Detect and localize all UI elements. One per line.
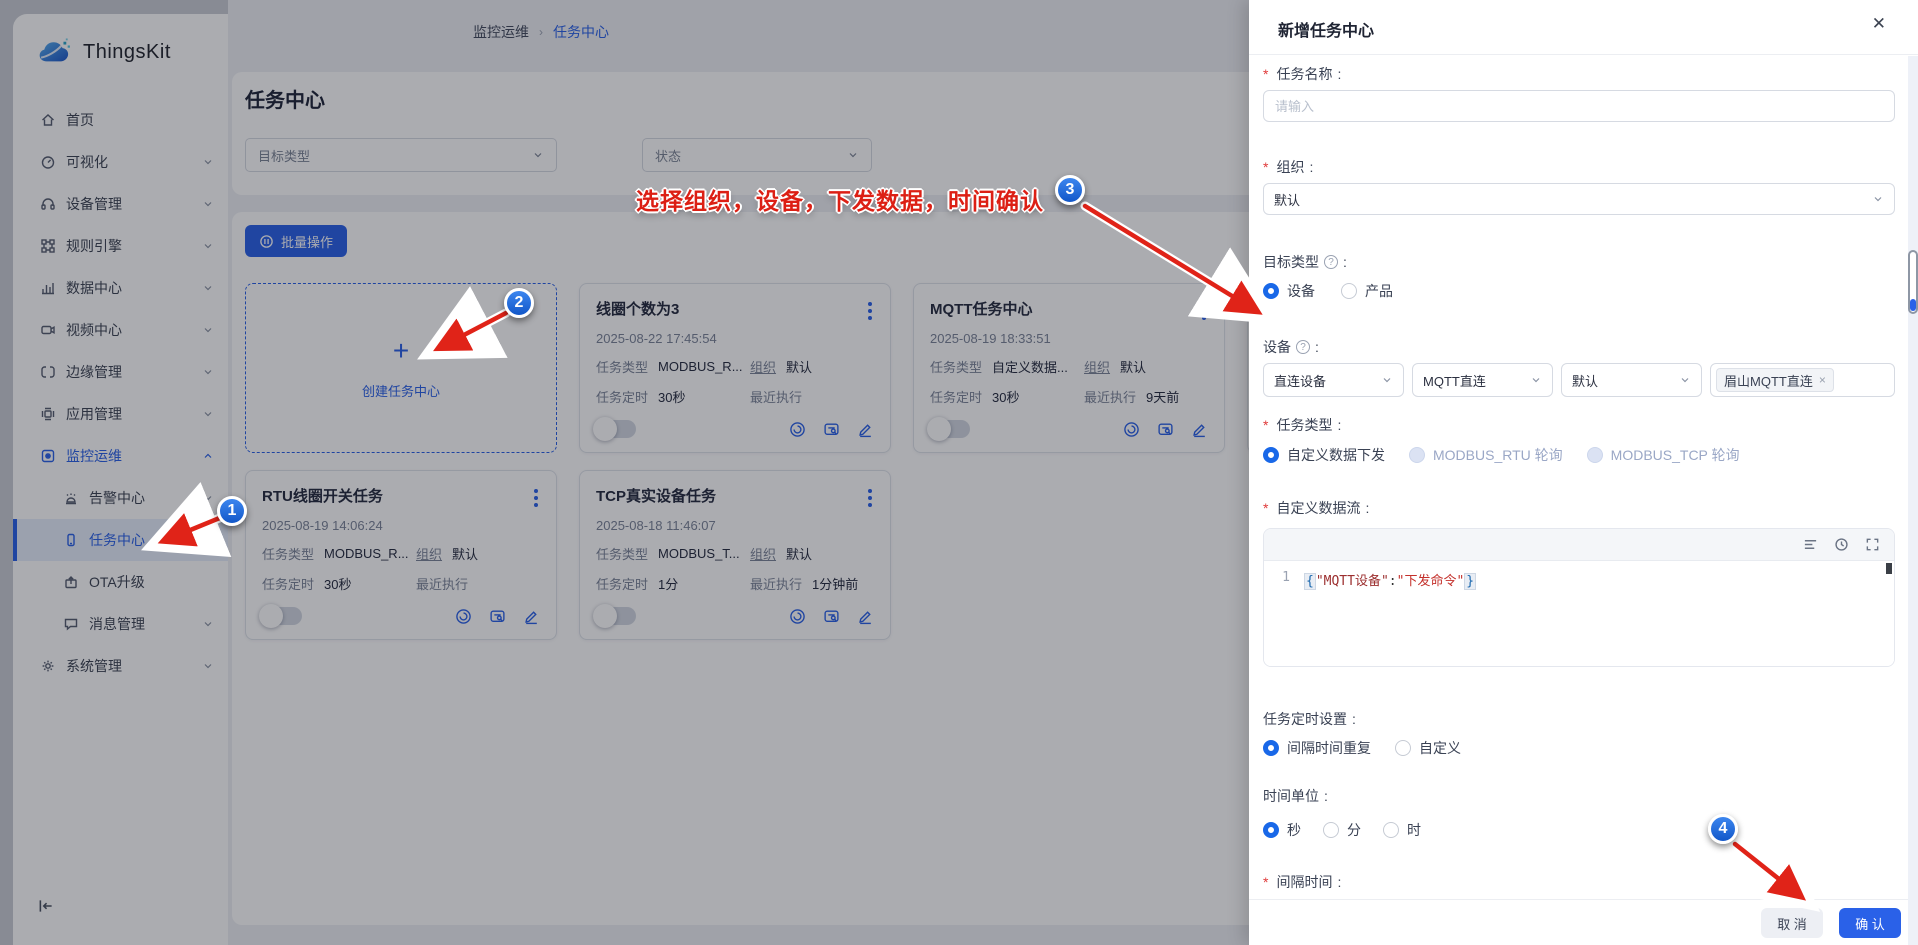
org-select-label: 组织: [1263,157,1313,177]
line-number: 1 [1264,570,1304,589]
chevron-down-icon [1679,374,1691,386]
cancel-button[interactable]: 取 消 [1761,908,1823,938]
tag-close-icon[interactable]: × [1819,373,1826,387]
org-select-value: 默认 [1274,190,1300,209]
radio-selected-icon [1263,447,1279,463]
radio-second[interactable]: 秒 [1263,820,1301,840]
device-product-select[interactable]: MQTT直连 [1412,363,1553,397]
code-content: {"MQTT设备":"下发命令"} [1304,570,1476,589]
selected-device-tag: 眉山MQTT直连 × [1716,368,1834,392]
drawer-title: 新增任务中心 [1278,17,1374,41]
radio-minute[interactable]: 分 [1323,820,1361,840]
device-org-select[interactable]: 默认 [1561,363,1702,397]
device-org-value: 默认 [1572,371,1598,390]
step-2-badge: 2 [504,288,534,318]
radio-selected-icon [1263,283,1279,299]
editor-body[interactable]: 1 {"MQTT设备":"下发命令"} [1264,561,1894,667]
chevron-down-icon [1872,193,1884,205]
radio-device[interactable]: 设备 [1263,281,1315,301]
schedule-radio-group: 间隔时间重复 自定义 [1263,738,1461,758]
task-name-input[interactable] [1263,90,1895,122]
close-icon[interactable]: ✕ [1872,14,1886,34]
editor-toolbar [1264,529,1894,561]
radio-icon [1395,740,1411,756]
schedule-label: 任务定时设置: [1263,709,1356,729]
radio-selected-icon [1263,822,1279,838]
device-product-value: MQTT直连 [1423,371,1486,390]
format-code-icon[interactable] [1803,537,1818,552]
add-task-drawer: 新增任务中心 ✕ 任务名称: 组织: 默认 目标类型?: 设备 产品 设备?: … [1249,0,1918,945]
step-3-badge: 3 [1055,175,1085,205]
task-type-radio-group: 自定义数据下发 MODBUS_RTU 轮询 MODBUS_TCP 轮询 [1263,445,1740,465]
radio-hour[interactable]: 时 [1383,820,1421,840]
confirm-button[interactable]: 确 认 [1839,908,1901,938]
time-unit-radio-group: 秒 分 时 [1263,820,1421,840]
device-kind-value: 直连设备 [1274,371,1326,390]
question-circle-icon: ? [1324,255,1338,269]
radio-modbus-rtu[interactable]: MODBUS_RTU 轮询 [1409,445,1563,465]
drawer-footer: 取 消 确 认 [1249,899,1918,945]
radio-custom-schedule[interactable]: 自定义 [1395,738,1461,758]
page: ThingsKit 首页 可视化 设备管理 [0,0,1918,945]
radio-product[interactable]: 产品 [1341,281,1393,301]
editor-scrollbar[interactable] [1886,563,1892,574]
radio-icon [1383,822,1399,838]
task-name-label: 任务名称: [1263,64,1341,84]
time-unit-label: 时间单位: [1263,786,1328,806]
radio-icon [1323,822,1339,838]
radio-interval-repeat[interactable]: 间隔时间重复 [1263,738,1371,758]
step-4-badge: 4 [1708,814,1738,844]
json-code-editor[interactable]: 1 {"MQTT设备":"下发命令"} [1263,528,1895,667]
drawer-scrollbar-thumb[interactable] [1908,250,1918,314]
radio-disabled-icon [1587,447,1603,463]
device-label: 设备?: [1263,337,1319,357]
radio-selected-icon [1263,740,1279,756]
code-line: 1 {"MQTT设备":"下发命令"} [1264,561,1894,589]
radio-modbus-tcp[interactable]: MODBUS_TCP 轮询 [1587,445,1740,465]
radio-custom-data[interactable]: 自定义数据下发 [1263,445,1385,465]
device-kind-select[interactable]: 直连设备 [1263,363,1404,397]
radio-icon [1341,283,1357,299]
fullscreen-icon[interactable] [1865,537,1880,552]
custom-stream-label: 自定义数据流: [1263,498,1369,518]
target-type-radio-group: 设备 产品 [1263,281,1393,301]
drawer-scrollbar-track[interactable] [1908,56,1918,945]
device-multiselect[interactable]: 眉山MQTT直连 × [1710,363,1895,397]
target-type-label: 目标类型?: [1263,252,1347,272]
task-type-form-label: 任务类型: [1263,415,1341,435]
org-select[interactable]: 默认 [1263,183,1895,215]
interval-label: 间隔时间: [1263,872,1341,892]
step-1-badge: 1 [217,496,247,526]
annotation-tip-text: 选择组织，设备，下发数据，时间确认 [636,182,1044,216]
chevron-down-icon [1381,374,1393,386]
question-circle-icon: ? [1296,340,1310,354]
history-icon[interactable] [1834,537,1849,552]
radio-disabled-icon [1409,447,1425,463]
chevron-down-icon [1530,374,1542,386]
drawer-header: 新增任务中心 ✕ [1249,0,1918,55]
